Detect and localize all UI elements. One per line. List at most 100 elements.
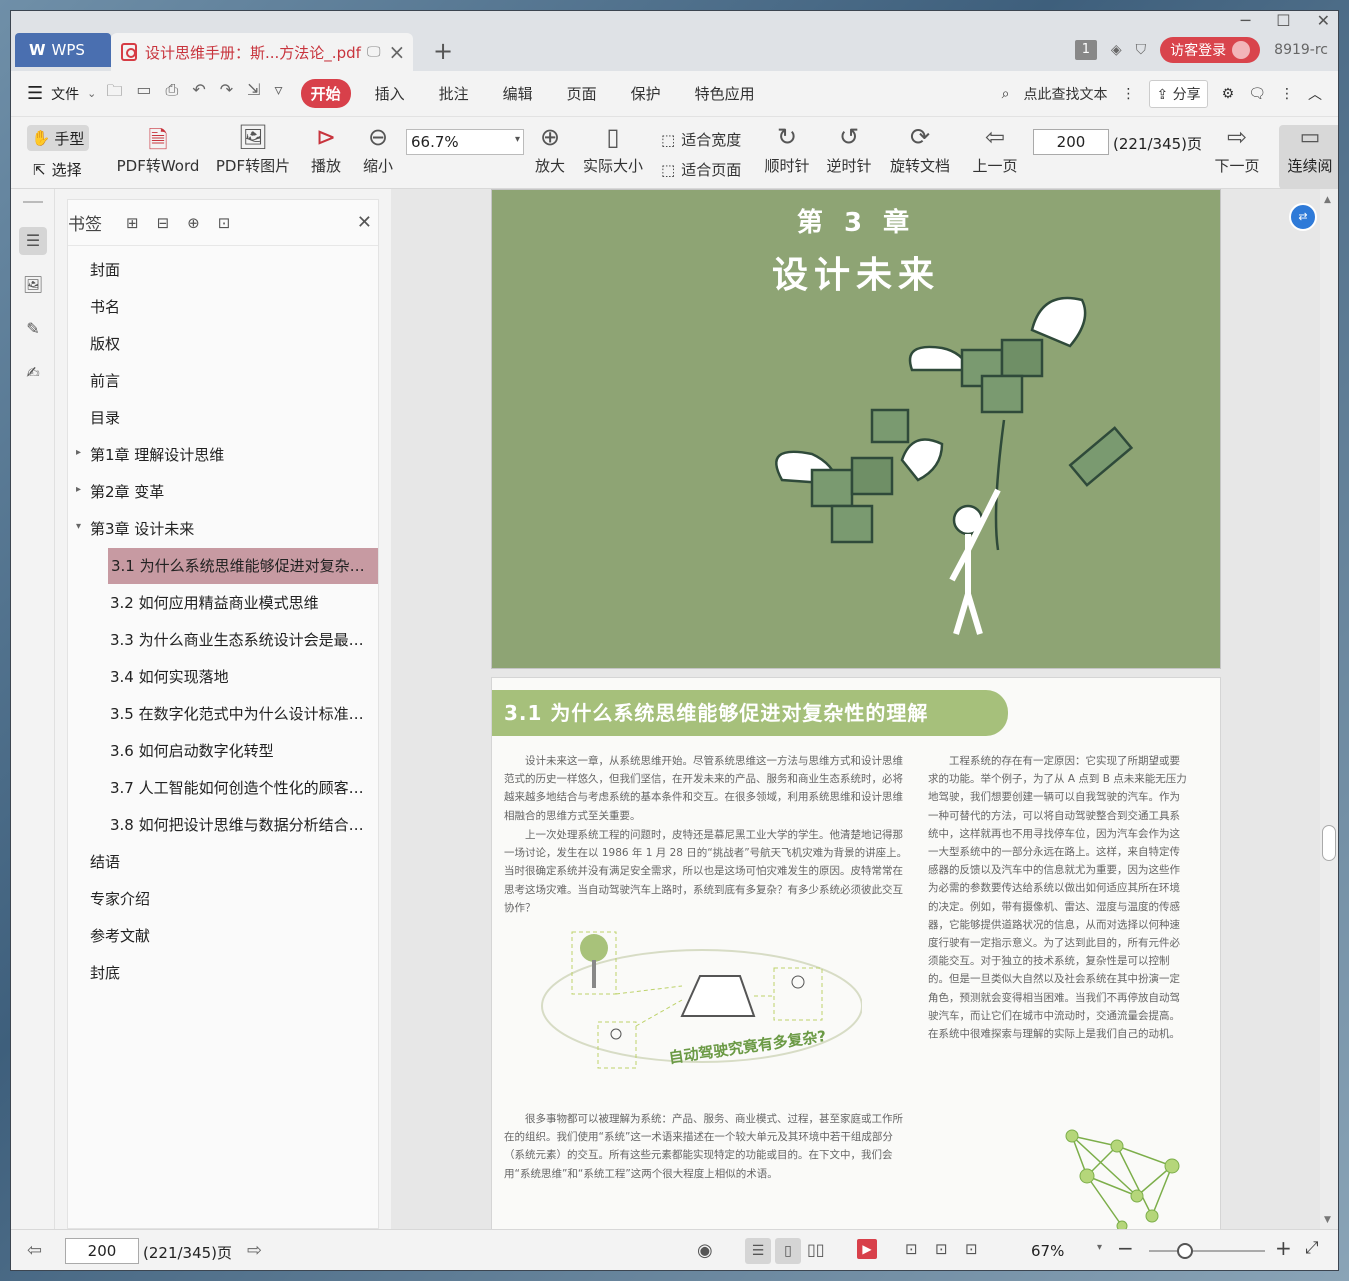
play-status-icon[interactable]: ▶ (857, 1239, 877, 1259)
scroll-thumb[interactable] (1322, 825, 1336, 861)
open-folder-icon[interactable]: 🗀 (106, 80, 122, 107)
bookmark-item[interactable]: 第3章 设计未来 (90, 511, 368, 547)
find-text-input[interactable]: 点此查找文本 (1023, 84, 1107, 104)
more-vertical-icon[interactable]: ⋮ (1121, 86, 1135, 102)
redo-icon[interactable]: ↷ (220, 80, 233, 107)
thumbnail-icon[interactable]: 🖼 (19, 271, 47, 299)
signature-icon[interactable]: ✍ (19, 359, 47, 387)
bookmark-item[interactable]: 版权 (90, 326, 368, 362)
minimize-icon[interactable]: ─ (1241, 11, 1251, 30)
actual-size-status-icon[interactable]: ⊡ (905, 1240, 918, 1258)
bookmark-item[interactable]: 专家介绍 (90, 881, 368, 917)
eye-icon[interactable]: ◉ (697, 1240, 713, 1261)
wps-home-tab[interactable]: W WPS (15, 33, 111, 67)
drag-handle[interactable] (23, 201, 43, 203)
fit-width-status-icon[interactable]: ⊡ (965, 1240, 978, 1258)
bookmark-item[interactable]: 3.5 在数字化范式中为什么设计标准会... (110, 696, 368, 732)
bookmark-item[interactable]: 3.8 如何把设计思维与数据分析结合起... (110, 807, 368, 843)
pdf-to-image-button[interactable]: 🖼 PDF转图片 (215, 123, 291, 176)
bookmark-item[interactable]: 3.6 如何启动数字化转型 (110, 733, 368, 769)
share-button[interactable]: ⇪ 分享 (1149, 79, 1208, 108)
continuous-read-button[interactable]: ▭ 连续阅 (1279, 125, 1338, 189)
bookmark-item[interactable]: 第1章 理解设计思维 (90, 437, 368, 473)
collapse-arrow-icon[interactable]: ▸ (76, 447, 81, 458)
add-bookmark-icon[interactable]: ⊕ (187, 214, 200, 232)
file-menu[interactable]: ☰ 文件 ⌄ (11, 83, 96, 104)
tab-annotate[interactable]: 批注 (429, 79, 479, 108)
bookmark-item[interactable]: 3.7 人工智能如何创造个性化的顾客体验 (110, 770, 368, 806)
collapse-all-icon[interactable]: ⊟ (157, 214, 170, 232)
rotate-clockwise-button[interactable]: ↻ 顺时针 (763, 123, 811, 176)
dual-page-view-icon[interactable]: ▯▯ (807, 1240, 825, 1259)
document-tab[interactable]: 设计思维手册：斯...方法论_.pdf 🖵 × (111, 33, 413, 71)
tab-page[interactable]: 页面 (557, 79, 607, 108)
zoom-dropdown-icon[interactable]: ▾ (1097, 1242, 1102, 1253)
export-icon[interactable]: ⇲ (247, 80, 260, 107)
tab-count-badge[interactable]: 1 (1074, 40, 1097, 60)
bookmark-item[interactable]: 书名 (90, 289, 368, 325)
scroll-up-icon[interactable]: ▲ (1324, 195, 1331, 205)
search-icon[interactable]: ⌕ (1002, 86, 1010, 102)
vertical-scrollbar[interactable]: ▲ ▼ (1320, 189, 1338, 1229)
actual-size-button[interactable]: ▯ 实际大小 (583, 123, 643, 176)
fit-page-status-icon[interactable]: ⊡ (935, 1240, 948, 1258)
zoom-slider-knob[interactable] (1177, 1243, 1193, 1259)
bookmark-options-icon[interactable]: ⊡ (218, 214, 231, 232)
tab-edit[interactable]: 编辑 (493, 79, 543, 108)
collapse-arrow-icon[interactable]: ▸ (76, 484, 81, 495)
previous-page-button[interactable]: ⇦ 上一页 (971, 123, 1019, 176)
next-page-status-icon[interactable]: ⇨ (247, 1240, 262, 1261)
fit-page-button[interactable]: ⬚ 适合页面 (661, 159, 741, 180)
fullscreen-icon[interactable]: ⤢ (1305, 1238, 1319, 1258)
more-dropdown-icon[interactable]: ▿ (275, 80, 283, 107)
bookmark-item[interactable]: 参考文献 (90, 918, 368, 954)
bookmark-panel-icon[interactable]: ☰ (19, 227, 47, 255)
bookmark-item[interactable]: 结语 (90, 844, 368, 880)
select-tool-button[interactable]: ⇱ 选择 (33, 159, 82, 180)
bookmark-item[interactable]: 3.2 如何应用精益商业模式思维 (110, 585, 368, 621)
pdf-to-word-button[interactable]: 🗎 PDF转Word (115, 123, 201, 176)
tab-start[interactable]: 开始 (300, 79, 351, 108)
rotate-counterclockwise-button[interactable]: ↺ 逆时针 (825, 123, 873, 176)
bookmark-item[interactable]: 前言 (90, 363, 368, 399)
maximize-icon[interactable]: ☐ (1276, 11, 1290, 30)
zoom-minus-icon[interactable]: − (1117, 1236, 1134, 1260)
fit-width-button[interactable]: ⬚ 适合宽度 (661, 129, 741, 150)
zoom-in-button[interactable]: ⊕ 放大 (533, 123, 567, 176)
bookmark-item[interactable]: 目录 (90, 400, 368, 436)
zoom-select[interactable]: 66.7% ▾ (406, 129, 524, 155)
bookmark-item[interactable]: 3.1 为什么系统思维能够促进对复杂性... (108, 548, 378, 584)
zoom-plus-icon[interactable]: + (1275, 1236, 1292, 1260)
gear-icon[interactable]: ⚙ (1222, 86, 1235, 102)
print-icon[interactable]: ⎙ (166, 80, 179, 107)
new-tab-button[interactable]: + (433, 37, 453, 65)
hand-tool-button[interactable]: ✋ 手型 (27, 125, 89, 151)
annotation-icon[interactable]: ✎ (19, 315, 47, 343)
status-page-input[interactable]: 200 (65, 1238, 139, 1264)
zoom-out-button[interactable]: ⊖ 缩小 (361, 123, 395, 176)
next-page-button[interactable]: ⇨ 下一页 (1213, 123, 1261, 176)
tab-protect[interactable]: 保护 (621, 79, 671, 108)
collapse-ribbon-icon[interactable]: ︿ (1308, 84, 1322, 104)
page-number-input[interactable]: 200 (1033, 129, 1109, 155)
undo-icon[interactable]: ↶ (192, 80, 205, 107)
comment-icon[interactable]: 🗨 (1248, 86, 1266, 102)
bookmark-item[interactable]: 3.3 为什么商业生态系统设计会是最终... (110, 622, 368, 658)
guest-login-button[interactable]: 访客登录 (1160, 37, 1261, 63)
zoom-slider[interactable] (1149, 1243, 1265, 1259)
document-viewer[interactable]: 第 3 章 设计未来 3.1 为什么系统思维能够促进对复杂性的理解 设计未来这一… (391, 189, 1338, 1229)
close-tab-icon[interactable]: × (389, 40, 406, 64)
convert-float-button[interactable]: ⇄ (1289, 203, 1317, 231)
play-button[interactable]: ⊳ 播放 (309, 123, 343, 176)
monitor-icon[interactable]: 🖵 (367, 44, 381, 60)
scroll-down-icon[interactable]: ▼ (1324, 1215, 1331, 1225)
rotate-document-button[interactable]: ⟳ 旋转文档 (887, 123, 953, 176)
tab-special[interactable]: 特色应用 (685, 79, 765, 108)
bookmark-item[interactable]: 封底 (90, 955, 368, 991)
bookmark-item[interactable]: 第2章 变革 (90, 474, 368, 510)
bookmark-item[interactable]: 3.4 如何实现落地 (110, 659, 368, 695)
save-icon[interactable]: ▭ (136, 80, 151, 107)
prev-page-status-icon[interactable]: ⇦ (27, 1240, 42, 1261)
single-page-view-icon[interactable]: ☰ (745, 1238, 771, 1264)
bookmark-item[interactable]: 封面 (90, 252, 368, 288)
